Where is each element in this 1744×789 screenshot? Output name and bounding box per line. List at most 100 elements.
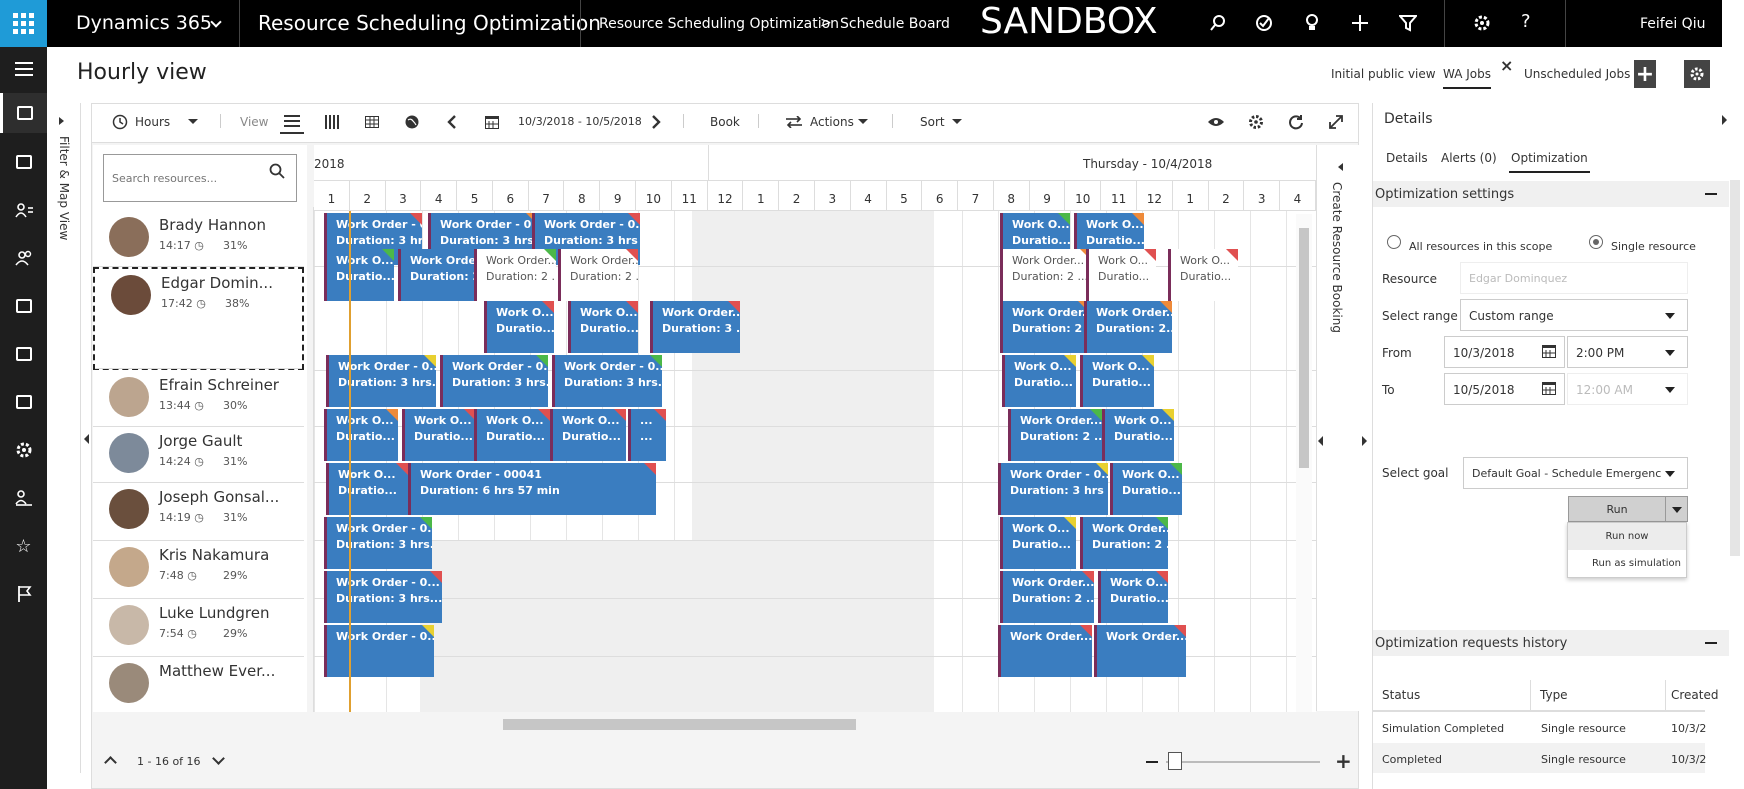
booking-card[interactable]: Work O... Duratio... xyxy=(324,249,394,301)
booking-card[interactable]: Work Order... Duration: 2... xyxy=(1084,301,1172,353)
calendar-icon[interactable] xyxy=(1542,343,1556,362)
nav-person-list-icon[interactable] xyxy=(0,478,47,518)
tab-optimization[interactable]: Optimization xyxy=(1509,151,1590,173)
nav-users-icon[interactable] xyxy=(0,238,47,278)
booking-card[interactable]: Work Order - 00041 Duration: 6 hrs 57 min xyxy=(408,463,656,515)
booking-card[interactable]: Work Orde... Duration: 2... xyxy=(398,249,486,301)
add-icon[interactable] xyxy=(1342,10,1378,36)
collapse-icon[interactable] xyxy=(1705,642,1717,644)
vertical-view-icon[interactable] xyxy=(320,110,344,134)
booking-card[interactable]: Work Order... xyxy=(998,625,1092,677)
collapse-panel-icon[interactable] xyxy=(1722,115,1727,125)
refresh-icon[interactable] xyxy=(1284,110,1308,134)
resource-row[interactable]: Luke Lundgren 7:54 ◷ 29% xyxy=(93,599,304,657)
booking-card[interactable]: Work Order - 0...Duration: 3 hrs... xyxy=(324,571,442,623)
radio-all-resources[interactable] xyxy=(1387,235,1401,249)
board-settings-button[interactable] xyxy=(1684,60,1710,88)
close-tab-icon[interactable]: × xyxy=(1500,56,1513,75)
create-booking-label[interactable]: Create Resource Booking xyxy=(1330,182,1344,333)
col-created[interactable]: Created xyxy=(1671,688,1719,702)
hours-dropdown[interactable]: Hours xyxy=(135,115,170,129)
tab-wa-jobs[interactable]: WA Jobs xyxy=(1443,67,1491,89)
booking-card[interactable]: Work Order... Duration: 2 ... xyxy=(1080,517,1168,569)
nav-flag-icon[interactable] xyxy=(0,574,47,614)
booking-card[interactable]: Work O... Duratio... xyxy=(402,409,476,461)
booking-card[interactable]: Work Order... xyxy=(1094,625,1186,677)
booking-card[interactable]: Work O... Duratio... xyxy=(1000,517,1076,569)
booking-card[interactable]: Work O... Duratio... xyxy=(484,301,554,353)
booking-card[interactable]: Work Order - 0...Duration: 3 hrs... xyxy=(326,355,436,407)
booking-card[interactable]: Work O... Duratio... xyxy=(326,463,408,515)
booking-card[interactable]: Work O... Duratio... xyxy=(568,301,638,353)
app-name[interactable]: Dynamics 365 xyxy=(76,12,212,34)
resource-row[interactable]: Edgar Domin... 17:42 ◷ 38% xyxy=(93,267,304,370)
booking-card[interactable]: Work Order... Duration: 3 ... xyxy=(650,301,740,353)
booking-card[interactable]: Work Order - 0... Duration: 3 hrs ... xyxy=(998,463,1108,515)
booking-card[interactable]: Work O... Duratio... xyxy=(1110,463,1182,515)
breadcrumb-2[interactable]: Schedule Board xyxy=(840,16,950,32)
resource-name[interactable]: Matthew Ever... xyxy=(159,662,275,680)
user-avatar[interactable] xyxy=(1722,0,1744,47)
chevron-down-icon[interactable] xyxy=(952,119,962,124)
search-icon[interactable] xyxy=(269,163,285,183)
nav-star-icon[interactable]: ☆ xyxy=(0,526,47,566)
run-simulation-item[interactable]: Run as simulation xyxy=(1592,551,1681,569)
user-name[interactable]: Feifei Qiu xyxy=(1640,16,1705,32)
expand-arrow-icon[interactable] xyxy=(59,117,64,125)
previous-icon[interactable] xyxy=(440,110,464,134)
collapse-icon[interactable] xyxy=(1705,193,1717,195)
horizontal-scrollbar[interactable] xyxy=(314,716,1292,732)
search-input[interactable] xyxy=(112,168,262,188)
nav-calendar-edit-icon[interactable] xyxy=(0,334,47,374)
booking-card[interactable]: Work O... Duratio... xyxy=(550,409,626,461)
resource-name[interactable]: Efrain Schreiner xyxy=(159,376,279,394)
resource-row[interactable]: Jorge Gault 14:24 ◷ 31% xyxy=(93,427,304,483)
radio-single-resource[interactable] xyxy=(1589,235,1603,249)
date-range[interactable]: 10/3/2018 - 10/5/2018 xyxy=(518,115,642,128)
calendar-icon[interactable] xyxy=(1542,380,1556,399)
calendar-icon[interactable] xyxy=(480,110,504,134)
zoom-in-icon[interactable]: + xyxy=(1335,751,1352,771)
resource-row[interactable]: Efrain Schreiner 13:44 ◷ 30% xyxy=(93,371,304,427)
grid-view-icon[interactable] xyxy=(360,110,384,134)
booking-card[interactable]: Work O... Duratio... xyxy=(1168,249,1238,301)
next-icon[interactable] xyxy=(644,110,668,134)
resource-row[interactable]: Joseph Gonsal... 14:19 ◷ 31% xyxy=(93,483,304,541)
expand-arrow-icon[interactable] xyxy=(1362,436,1367,446)
hamburger-icon[interactable] xyxy=(0,49,47,89)
booking-card[interactable]: ...... xyxy=(628,409,666,461)
resource-field[interactable]: Edgar Dominquez xyxy=(1460,262,1688,294)
history-header[interactable]: Optimization requests history xyxy=(1373,630,1729,656)
help-icon[interactable]: ? xyxy=(1521,11,1531,32)
booking-card[interactable]: Work Order - 0...Duration: 3 hrs... xyxy=(440,355,548,407)
module-name[interactable]: Resource Scheduling Optimization xyxy=(258,11,601,35)
booking-card[interactable]: Work Order - 0...Duration: 3 hrs... xyxy=(552,355,662,407)
resource-name[interactable]: Joseph Gonsal... xyxy=(159,488,279,506)
task-icon[interactable] xyxy=(1246,10,1282,36)
resource-name[interactable]: Edgar Domin... xyxy=(161,274,273,292)
actions-dropdown[interactable]: Actions xyxy=(810,115,854,129)
add-tab-button[interactable]: + xyxy=(1634,60,1656,88)
booking-card[interactable]: Work Order... Duration: 2 ... xyxy=(1000,571,1094,623)
tab-details[interactable]: Details xyxy=(1386,151,1428,165)
lightbulb-icon[interactable] xyxy=(1294,10,1330,36)
booking-card[interactable]: Work O... Duratio... xyxy=(1002,355,1076,407)
booking-card[interactable]: Work Order... Duration: 2 ... xyxy=(558,249,638,301)
booking-card[interactable]: Work Order - 0...Duration: 3 hrs... xyxy=(324,517,432,569)
resource-name[interactable]: Jorge Gault xyxy=(159,432,242,450)
run-dropdown-toggle[interactable] xyxy=(1665,496,1688,522)
tab-alerts[interactable]: Alerts (0) xyxy=(1441,151,1497,165)
eye-icon[interactable] xyxy=(1204,110,1228,134)
panel-scrollbar[interactable] xyxy=(1730,180,1740,556)
gear-icon[interactable] xyxy=(1244,110,1268,134)
resource-name[interactable]: Brady Hannon xyxy=(159,216,266,234)
tab-unscheduled-jobs[interactable]: Unscheduled Jobs xyxy=(1524,67,1630,81)
resource-row[interactable]: Brady Hannon 14:17 ◷ 31% xyxy=(93,211,304,267)
chevron-down-icon[interactable] xyxy=(858,119,868,124)
booking-card[interactable]: Work Order... Duration: 2 ... xyxy=(1000,301,1090,353)
nav-calendar-icon[interactable] xyxy=(0,286,47,326)
chevron-down-icon[interactable] xyxy=(188,119,198,124)
vertical-scrollbar[interactable] xyxy=(1296,214,1312,712)
nav-settings-icon[interactable] xyxy=(0,430,47,470)
expand-icon[interactable] xyxy=(1324,110,1348,134)
